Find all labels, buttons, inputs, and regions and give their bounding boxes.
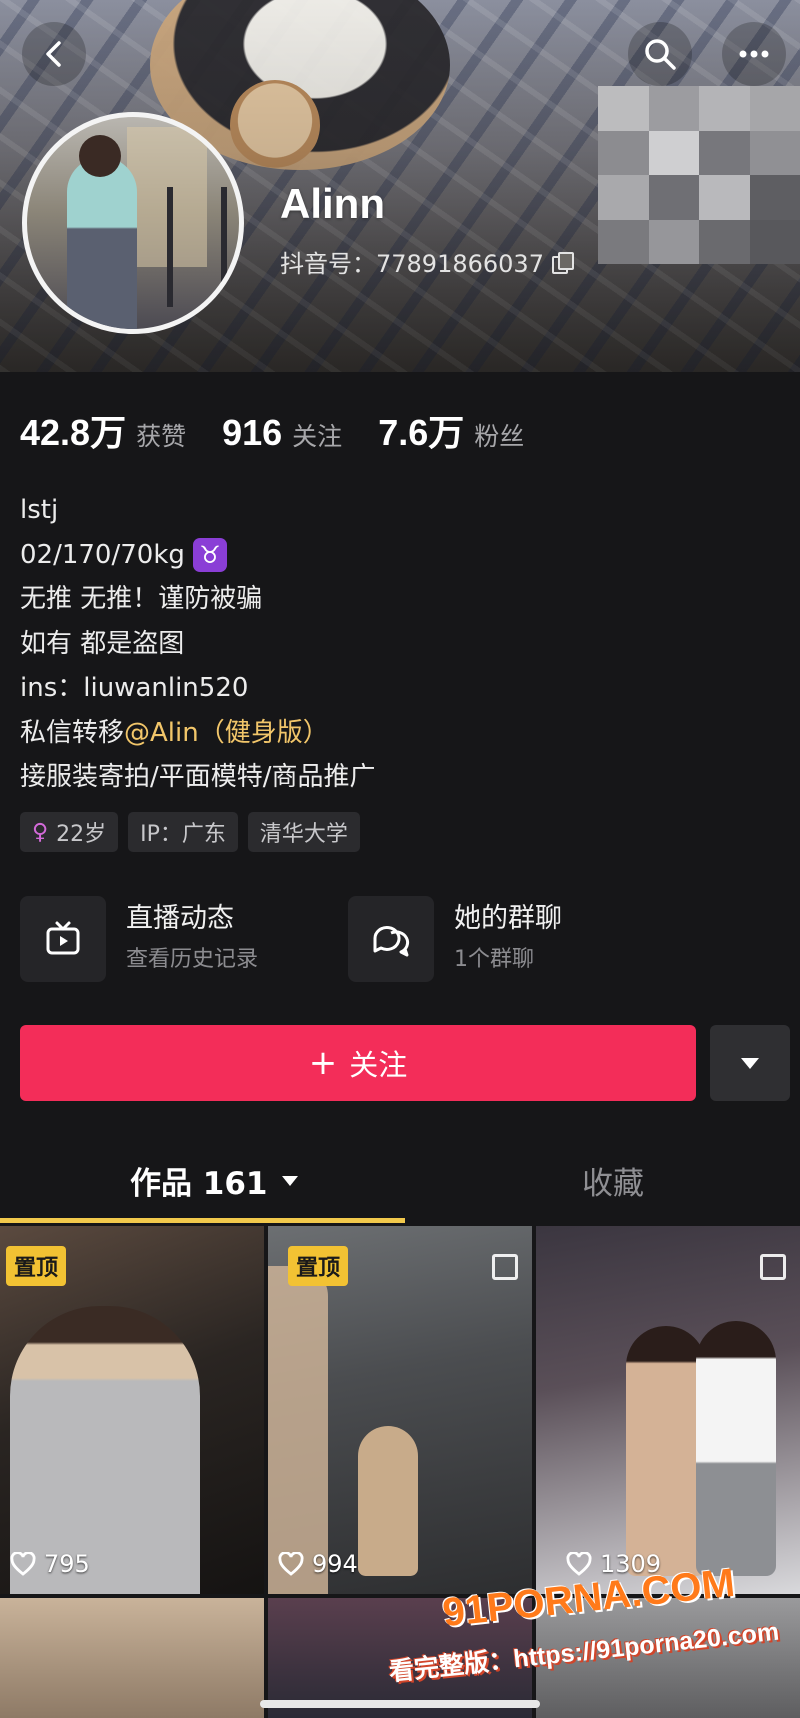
taurus-icon: ♉	[192, 537, 227, 572]
triangle-down-icon	[741, 1057, 759, 1069]
follow-label: 关注	[349, 1048, 408, 1082]
avatar-photo-detail	[67, 157, 137, 329]
video-thumbnail[interactable]	[0, 1598, 264, 1718]
heart-icon	[10, 1552, 36, 1576]
heart-icon	[278, 1552, 304, 1576]
thumbnail-image	[626, 1326, 706, 1576]
profile-stats: 42.8万 获赞 916 关注 7.6万 粉丝	[20, 404, 560, 456]
stat-label: 粉丝	[474, 422, 525, 451]
tag-text: 清华大学	[259, 822, 348, 847]
mosaic-blur	[598, 86, 800, 264]
recommend-dropdown-button[interactable]	[710, 1025, 790, 1101]
profile-name: Alinn	[280, 180, 385, 227]
tag-age: ♀ 22岁	[20, 812, 119, 852]
bio-line: ins：liuwanlin520	[20, 673, 249, 703]
like-count: 795	[10, 1550, 90, 1578]
mention-link[interactable]: @Alin（健身版）	[124, 711, 329, 756]
tag-text: 22岁	[56, 822, 107, 847]
card-title: 直播动态	[126, 903, 234, 934]
video-thumbnail[interactable]: 置顶 795	[0, 1226, 264, 1594]
avatar[interactable]	[22, 112, 244, 334]
stat-followers[interactable]: 7.6万 粉丝	[378, 404, 524, 456]
stat-value: 7.6万	[378, 412, 465, 453]
like-count-text: 795	[44, 1550, 90, 1578]
home-indicator[interactable]	[260, 1700, 540, 1708]
card-text: 她的群聊 1个群聊	[454, 901, 562, 977]
live-history-card[interactable]: 直播动态 查看历史记录	[20, 896, 258, 982]
pinned-badge: 置顶	[288, 1246, 349, 1286]
stat-following[interactable]: 916 关注	[222, 412, 342, 454]
card-icon-box	[20, 896, 106, 982]
plus-icon: +	[308, 1043, 338, 1083]
tag-school[interactable]: 清华大学	[247, 812, 360, 852]
douyin-id[interactable]: 抖音号：77891866037	[280, 244, 574, 279]
card-icon-box	[348, 896, 434, 982]
tab-favorites[interactable]: 收藏	[582, 1158, 644, 1203]
card-subtitle: 1个群聊	[454, 947, 534, 972]
chevron-left-icon	[46, 41, 61, 67]
bio-line: 接服装寄拍/平面模特/商品推广	[20, 762, 376, 792]
video-thumbnail[interactable]: 1309	[536, 1226, 800, 1594]
card-subtitle: 查看历史记录	[126, 947, 259, 972]
bio-line: 无推 无推！谨防被骗	[20, 584, 263, 614]
bio-line: 如有 都是盗图	[20, 628, 185, 659]
stat-value: 42.8万	[20, 412, 127, 453]
ellipsis-icon	[739, 50, 769, 58]
profile-tags: ♀ 22岁 IP：广东 清华大学	[20, 812, 360, 852]
bio-line: lstj	[20, 495, 59, 525]
multi-image-icon	[760, 1254, 786, 1280]
bio-line: 02/170/70kg ♉	[20, 533, 376, 578]
stat-label: 获赞	[136, 422, 187, 451]
search-button[interactable]	[628, 22, 692, 86]
thumbnail-image	[268, 1266, 328, 1594]
douyin-id-text: 抖音号：77891866037	[280, 250, 544, 278]
copy-icon[interactable]	[551, 251, 574, 274]
tag-ip: IP：广东	[128, 812, 238, 852]
pinned-badge: 置顶	[6, 1246, 67, 1286]
card-title: 她的群聊	[454, 903, 562, 934]
back-button[interactable]	[22, 22, 86, 86]
stat-label: 关注	[292, 422, 343, 451]
more-button[interactable]	[722, 22, 786, 86]
tab-label: 作品 161	[130, 1166, 268, 1202]
tag-text: IP：广东	[140, 822, 226, 847]
profile-cover: Alinn 抖音号：77891866037	[0, 0, 800, 372]
stat-value: 916	[222, 412, 283, 453]
active-tab-indicator	[0, 1218, 405, 1223]
follow-button[interactable]: + 关注	[20, 1025, 696, 1101]
video-thumbnail[interactable]: 置顶 994	[268, 1226, 532, 1594]
card-text: 直播动态 查看历史记录	[126, 901, 258, 977]
avatar-photo-detail	[79, 135, 121, 177]
tab-label: 收藏	[582, 1166, 644, 1202]
tv-icon	[46, 921, 80, 955]
avatar-photo-detail	[167, 187, 227, 307]
caret-down-icon	[281, 1175, 298, 1186]
stat-likes[interactable]: 42.8万 获赞	[20, 404, 186, 456]
search-icon	[645, 39, 676, 70]
female-icon: ♀	[32, 819, 49, 845]
profile-bio: lstj 02/170/70kg ♉ 无推 无推！谨防被骗 如有 都是盗图 in…	[20, 488, 376, 800]
like-count: 994	[278, 1550, 358, 1578]
bio-line: 私信转移 @Alin（健身版）	[20, 711, 376, 756]
chat-bubbles-icon	[373, 925, 410, 957]
multi-image-icon	[492, 1254, 518, 1280]
tab-works[interactable]: 作品 161	[130, 1158, 298, 1203]
bio-text: 02/170/70kg	[20, 539, 185, 570]
bio-text: 私信转移	[20, 717, 125, 748]
thumbnail-image	[696, 1321, 776, 1576]
like-count-text: 994	[312, 1550, 358, 1578]
heart-icon	[566, 1552, 592, 1576]
thumbnail-image	[358, 1426, 418, 1576]
group-chat-card[interactable]: 她的群聊 1个群聊	[348, 896, 562, 982]
